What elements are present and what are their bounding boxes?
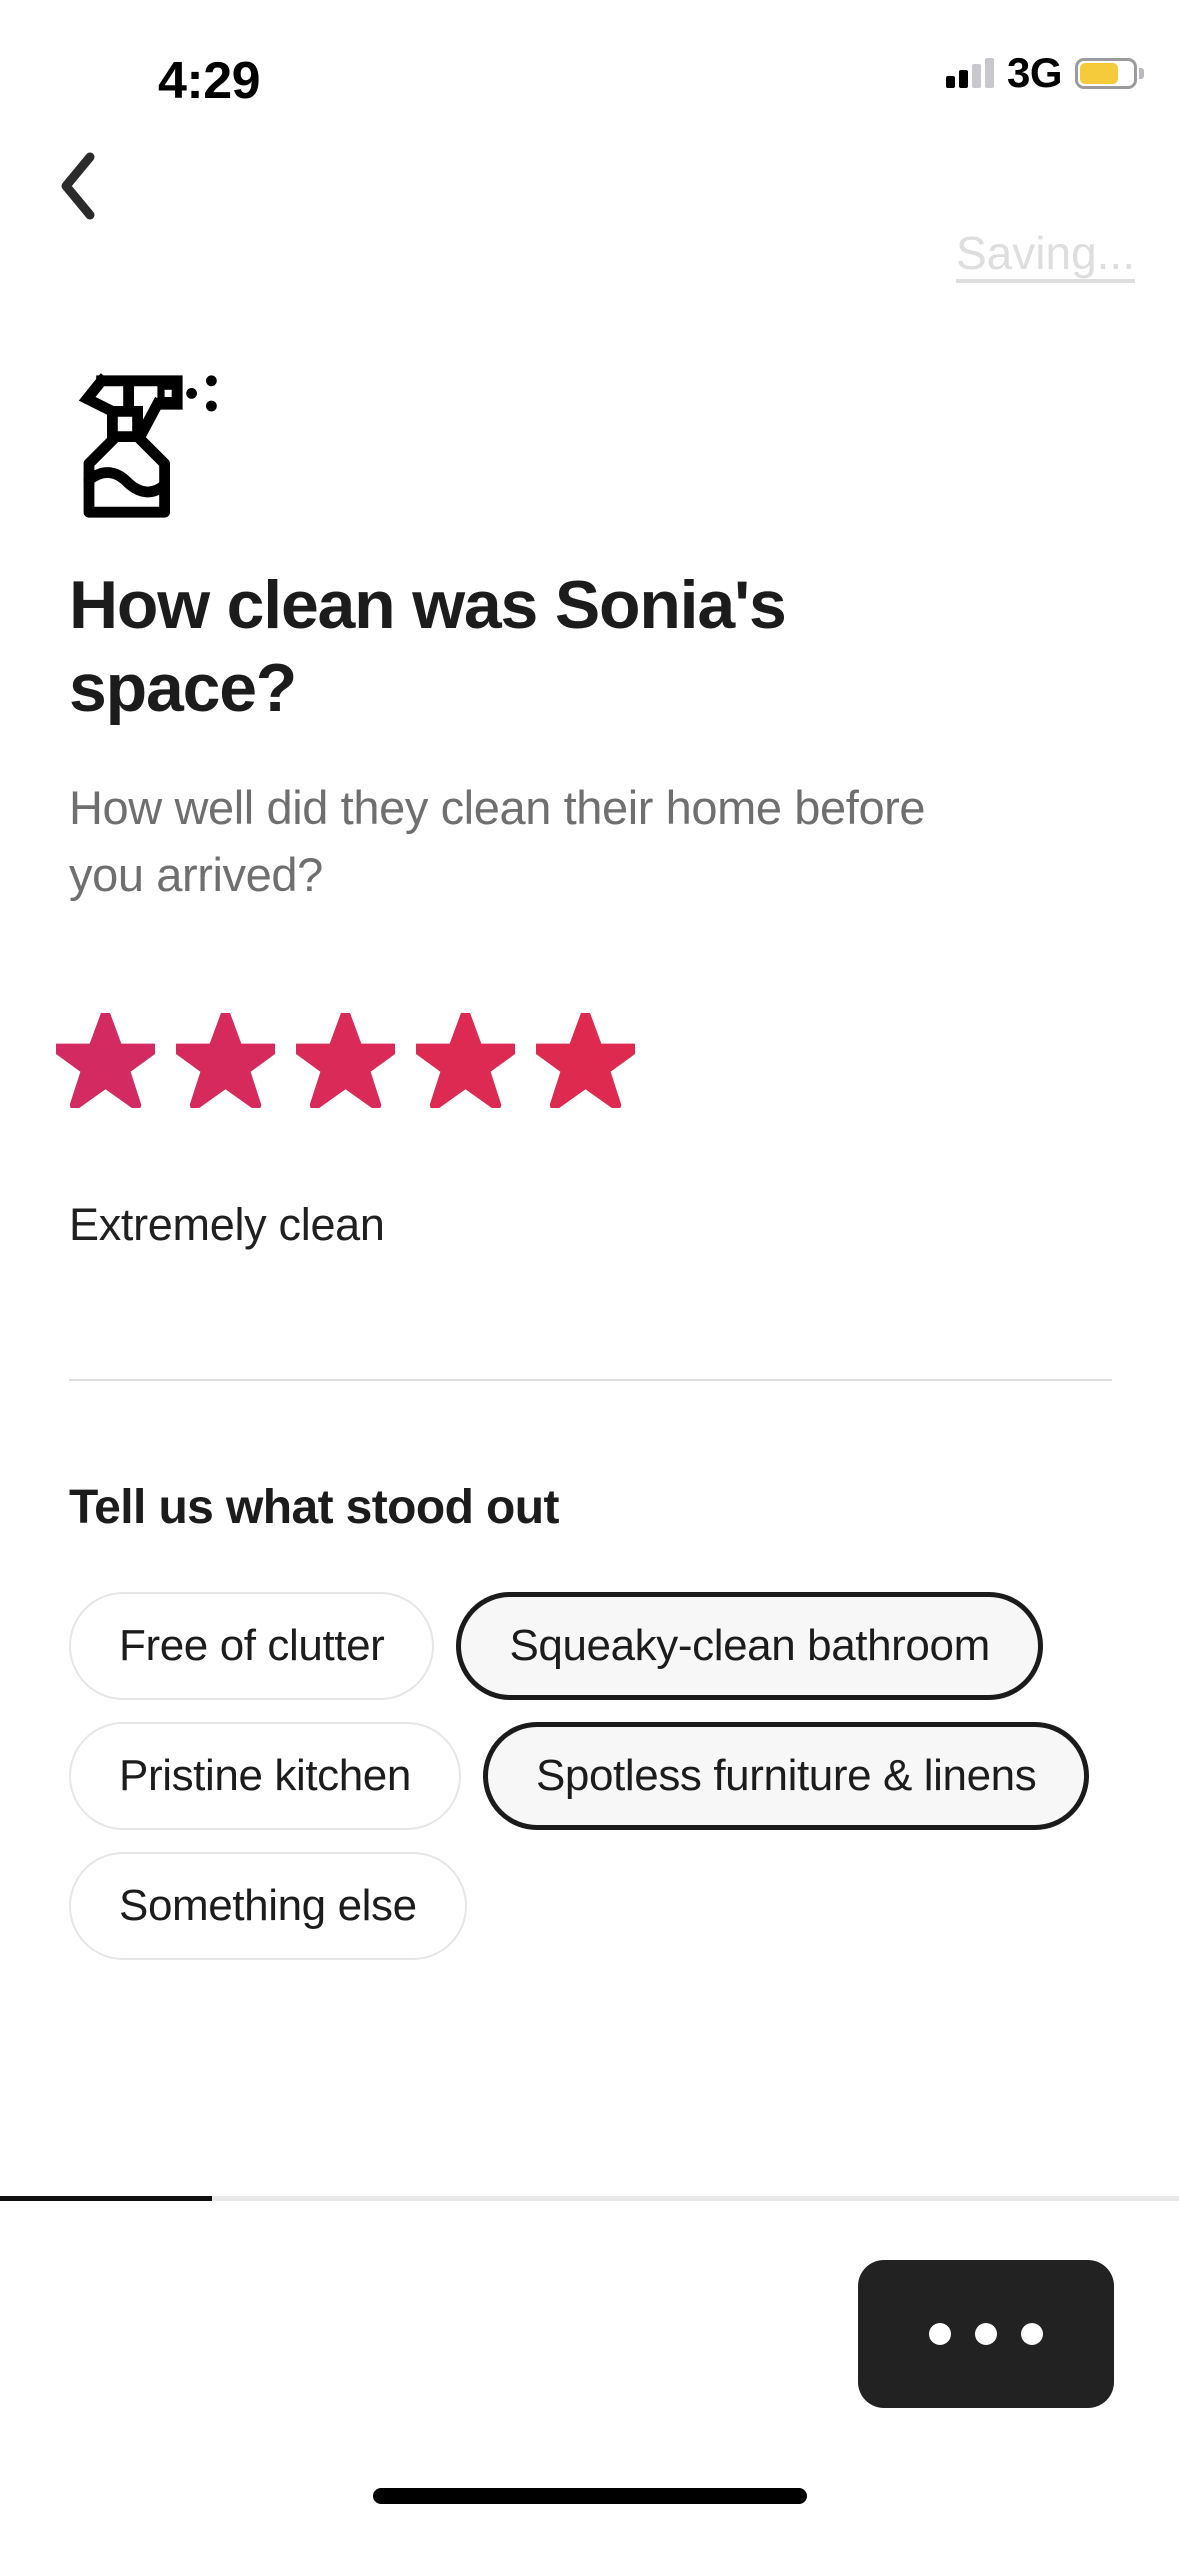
section-divider bbox=[69, 1379, 1112, 1381]
nav-bar: Saving... bbox=[0, 130, 1179, 276]
saving-status: Saving... bbox=[956, 227, 1135, 279]
chip-label: Spotless furniture & linens bbox=[535, 1751, 1037, 1800]
stood-out-chip-group: Free of clutter Squeaky-clean bathroom Pri… bbox=[69, 1592, 1129, 1960]
chevron-left-icon bbox=[61, 152, 95, 220]
chip-spotless-furniture-linens[interactable]: Spotless furniture & linens bbox=[482, 1722, 1090, 1830]
back-button[interactable] bbox=[40, 148, 116, 224]
chip-label: Squeaky-clean bathroom bbox=[509, 1621, 990, 1670]
status-time: 4:29 bbox=[158, 52, 261, 110]
chip-label: Something else bbox=[119, 1881, 417, 1930]
status-bar: 4:29 3G bbox=[0, 0, 1179, 130]
signal-bars-icon bbox=[945, 58, 994, 88]
star-icon[interactable] bbox=[56, 1013, 155, 1108]
battery-icon bbox=[1075, 57, 1144, 89]
page-title: How clean was Sonia's space? bbox=[69, 567, 787, 726]
chip-label: Pristine kitchen bbox=[119, 1751, 411, 1800]
progress-bar-track bbox=[0, 2196, 1179, 2201]
star-icon[interactable] bbox=[176, 1013, 275, 1108]
chip-label: Free of clutter bbox=[119, 1621, 385, 1670]
status-indicators: 3G bbox=[945, 49, 1144, 96]
chip-squeaky-clean-bathroom[interactable]: Squeaky-clean bathroom bbox=[456, 1592, 1043, 1700]
chip-pristine-kitchen[interactable]: Pristine kitchen bbox=[69, 1722, 461, 1830]
ellipsis-icon-dot bbox=[975, 2323, 997, 2345]
rating-label: Extremely clean bbox=[69, 1199, 385, 1250]
home-indicator[interactable] bbox=[372, 2488, 807, 2504]
ellipsis-icon-dot bbox=[929, 2323, 951, 2345]
spray-bottle-icon bbox=[62, 352, 242, 532]
chip-free-of-clutter[interactable]: Free of clutter bbox=[69, 1592, 435, 1700]
app-screen: 4:29 3G Saving... How clean was Sonia's … bbox=[0, 0, 1179, 2556]
star-icon[interactable] bbox=[416, 1013, 515, 1108]
section-title: Tell us what stood out bbox=[69, 1481, 559, 1534]
page-subtitle: How well did they clean their home befor… bbox=[69, 781, 926, 901]
ellipsis-icon-dot bbox=[1021, 2323, 1043, 2345]
progress-bar-fill bbox=[0, 2196, 213, 2201]
chip-something-else[interactable]: Something else bbox=[69, 1852, 467, 1960]
star-rating[interactable] bbox=[56, 1013, 635, 1108]
star-icon[interactable] bbox=[296, 1013, 395, 1108]
more-options-button[interactable] bbox=[858, 2260, 1114, 2408]
star-icon[interactable] bbox=[536, 1013, 635, 1108]
network-type-label: 3G bbox=[1006, 49, 1063, 96]
